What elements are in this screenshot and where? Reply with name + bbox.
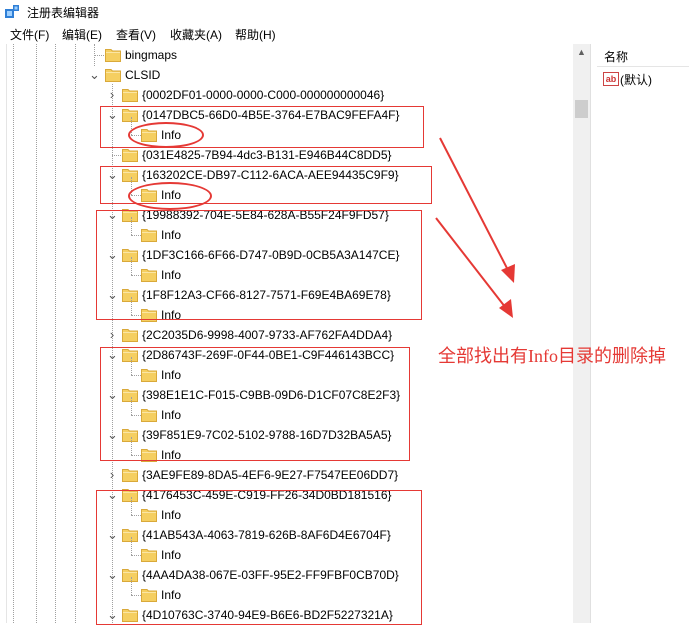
arrow-line-2	[435, 217, 510, 313]
annotation-arrows	[435, 137, 515, 318]
arrow-head-1	[501, 264, 515, 283]
arrow-line-1	[439, 137, 512, 277]
annotation-text: 全部找出有Info目录的删除掉	[438, 346, 666, 366]
